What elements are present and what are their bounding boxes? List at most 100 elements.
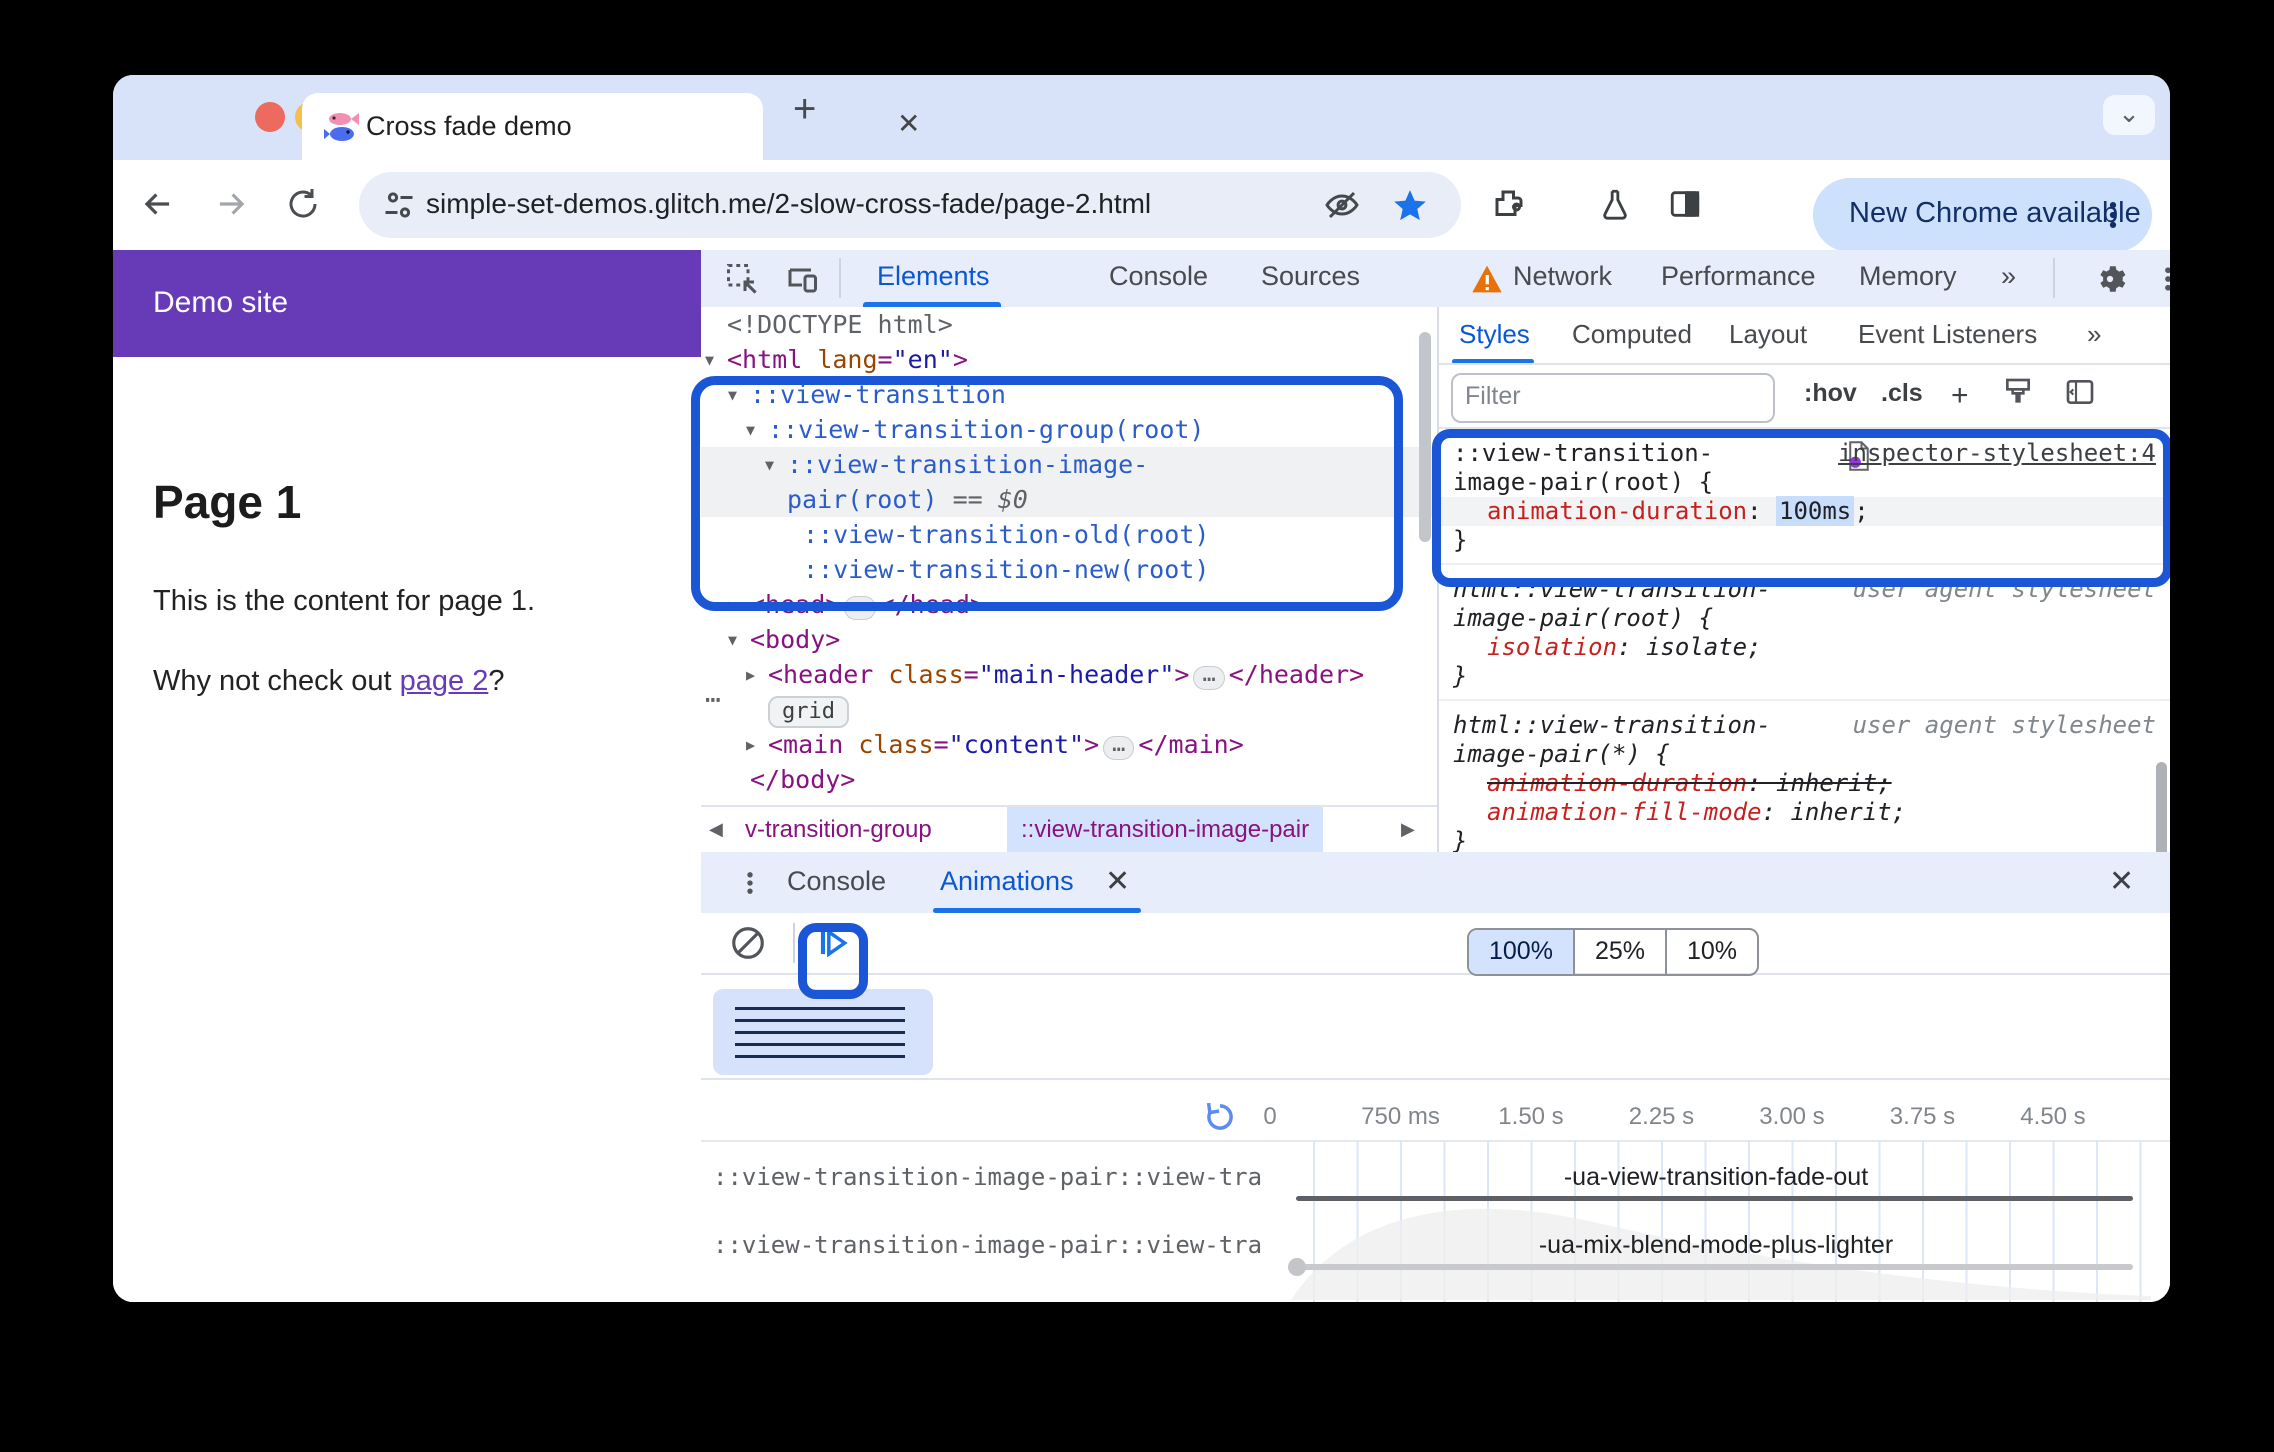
css-value[interactable]: inherit [1776,769,1877,797]
animation-bar[interactable] [1296,1196,2133,1201]
breadcrumb-item-selected[interactable]: ::view-transition-image-pair [1007,807,1324,852]
close-traffic-light[interactable] [255,102,285,132]
dom-tree-row[interactable]: ▼ <html lang="en"> [701,342,1437,377]
tab-styles[interactable]: Styles [1459,319,1530,350]
class-toggle-cls[interactable]: .cls [1881,379,1923,408]
css-value[interactable]: isolate [1646,633,1747,661]
tab-network[interactable]: Network [1513,261,1612,292]
disclosure-down-icon[interactable]: ▼ [728,378,737,413]
devtools-menu-icon[interactable] [2149,260,2170,298]
issues-warning-icon[interactable] [1471,264,1503,294]
dom-tree-row[interactable]: ▶ <head>… </head> [701,587,1437,622]
preview-eye-off-icon[interactable] [1324,187,1360,223]
url-text[interactable]: simple-set-demos.glitch.me/2-slow-cross-… [426,188,1151,220]
drawer-tab-console[interactable]: Console [787,866,886,897]
styles-filter-input[interactable]: Filter [1451,373,1775,423]
css-value[interactable]: 100ms [1776,496,1855,526]
browser-menu-icon[interactable] [2096,196,2130,234]
side-panel-icon[interactable] [1655,174,1715,234]
tab-layout[interactable]: Layout [1729,319,1807,350]
animation-row-selector[interactable]: ::view-transition-image-pair::view-tra [713,1231,1283,1259]
tab-memory[interactable]: Memory [1859,261,1957,292]
breadcrumb-left-icon[interactable]: ◀ [709,807,723,852]
more-tabs-icon[interactable]: » [2001,261,2016,292]
css-declaration[interactable]: animation-fill-mode: inherit; [1453,798,2170,827]
style-rule[interactable]: user agent stylesheet html::view-transiti… [1439,565,2170,701]
animation-row-selector[interactable]: ::view-transition-image-pair::view-tra [713,1163,1283,1191]
forward-icon[interactable] [201,174,261,234]
grid-badge[interactable]: grid [768,696,849,728]
css-declaration[interactable]: animation-duration: inherit; [1453,769,2170,798]
tab-close-icon[interactable]: ✕ [897,107,920,140]
pseudo-state-toggle-hov[interactable]: :hov [1804,379,1857,408]
expand-dots-icon[interactable]: … [1193,664,1225,690]
site-settings-icon[interactable] [381,187,417,223]
disclosure-down-icon[interactable]: ▼ [746,413,755,448]
page-2-link[interactable]: page 2 [400,665,489,697]
address-bar[interactable]: simple-set-demos.glitch.me/2-slow-cross-… [359,172,1461,238]
dom-tree-row[interactable]: <!DOCTYPE html> [701,307,1437,342]
tab-sources[interactable]: Sources [1261,261,1360,292]
expand-dots-icon[interactable]: … [844,594,876,620]
breadcrumb-right-icon[interactable]: ▶ [1401,807,1415,852]
browser-tab[interactable]: Cross fade demo ✕ [302,93,920,160]
sidebar-toggle-icon[interactable] [2061,373,2099,411]
animation-name[interactable]: -ua-mix-blend-mode-plus-lighter [1539,1231,1893,1260]
disclosure-right-icon[interactable]: ▶ [746,728,755,763]
disclosure-down-icon[interactable]: ▼ [728,623,737,658]
expand-dots-icon[interactable]: … [1103,734,1135,760]
animation-bar[interactable] [1296,1264,2133,1270]
speed-100%[interactable]: 100% [1469,930,1575,974]
replay-icon[interactable] [1201,1098,1239,1136]
experiments-flask-icon[interactable] [1585,174,1645,234]
tab-elements[interactable]: Elements [877,261,990,292]
drawer-close-icon[interactable]: ✕ [2109,864,2134,899]
css-declaration[interactable]: animation-duration: 100ms; [1439,496,2170,526]
disclosure-right-icon[interactable]: ▶ [728,588,737,623]
dom-tree-row[interactable]: ▼::view-transition [701,377,1437,412]
tab-event-listeners[interactable]: Event Listeners [1858,319,2037,350]
css-value[interactable]: inherit [1790,798,1891,826]
dom-tree-row[interactable]: ::view-transition-old(root) [701,517,1437,552]
new-style-rule-icon[interactable]: + [1951,379,1969,413]
tab-console[interactable]: Console [1109,261,1208,292]
inspect-element-icon[interactable] [723,260,761,298]
dom-tree-row[interactable]: grid [701,692,1437,728]
animation-start-handle[interactable] [1288,1258,1306,1276]
dom-tree-row[interactable]: ▼::view-transition-group(root) [701,412,1437,447]
speed-10%[interactable]: 10% [1667,930,1757,974]
css-declaration[interactable]: isolation: isolate; [1453,633,2170,662]
back-icon[interactable] [128,174,188,234]
dom-tree-row[interactable]: ▶ <main class="content">… </main> [701,727,1437,762]
tab-search-chevron-icon[interactable]: ⌄ [2103,95,2155,135]
extensions-icon[interactable] [1479,174,1539,234]
more-tabs-icon[interactable]: » [2087,319,2101,350]
elements-scrollbar[interactable] [1419,332,1431,542]
device-toolbar-icon[interactable] [783,260,821,298]
dom-tree-row[interactable]: ::view-transition-new(root) [701,552,1437,587]
clear-all-icon[interactable] [729,924,767,962]
drawer-tab-animations[interactable]: Animations [940,866,1074,897]
settings-gear-icon[interactable] [2091,260,2129,298]
style-rule[interactable]: user agent stylesheet html::view-transiti… [1439,701,2170,866]
disclosure-down-icon[interactable]: ▼ [705,343,714,378]
drawer-tab-close-icon[interactable]: ✕ [1105,864,1130,899]
breadcrumb-item[interactable]: v-transition-group [745,807,932,852]
bookmark-star-icon[interactable] [1391,187,1427,223]
animation-buffer-thumbnail[interactable] [713,989,933,1075]
tab-performance[interactable]: Performance [1661,261,1816,292]
tab-computed[interactable]: Computed [1572,319,1692,350]
reload-icon[interactable] [273,174,333,234]
resume-all-icon[interactable] [813,924,851,962]
dom-tree-row[interactable]: ▼::view-transition-image-pair(root) == $… [701,447,1437,517]
new-tab-button[interactable]: + [793,87,816,132]
speed-25%[interactable]: 25% [1575,930,1667,974]
style-rule[interactable]: inspector-stylesheet:4::view-transition-… [1439,429,2170,565]
new-chrome-available-button[interactable]: New Chrome available [1813,178,2152,252]
dom-tree-row[interactable]: ▼ <body> [701,622,1437,657]
disclosure-right-icon[interactable]: ▶ [746,658,755,693]
rendering-brush-icon[interactable] [1999,373,2037,411]
stylesheet-source-link[interactable]: inspector-stylesheet:4 [1838,439,2156,468]
dom-tree-row[interactable]: ▶ <header class="main-header">… </header> [701,657,1437,692]
animation-name[interactable]: -ua-view-transition-fade-out [1564,1163,1868,1192]
